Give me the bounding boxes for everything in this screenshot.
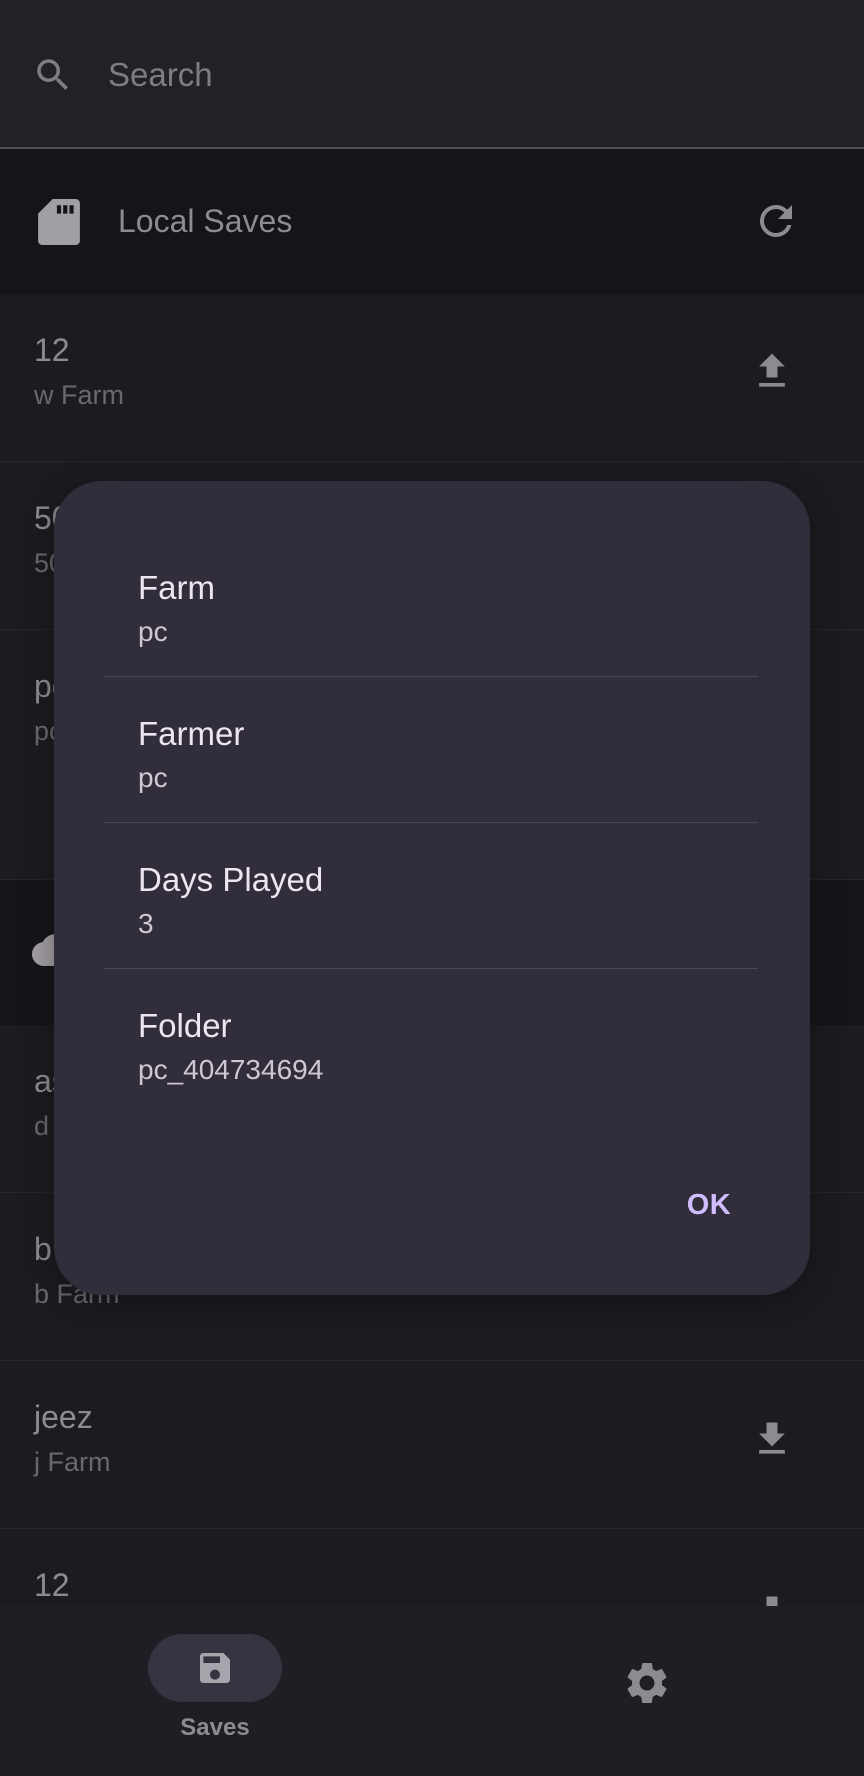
save-details-dialog: Farm pc Farmer pc Days Played 3 Folder p… xyxy=(54,481,810,1295)
field-value: 3 xyxy=(138,908,154,939)
field-label: Farmer xyxy=(138,715,245,752)
folder-field: Folder pc_404734694 xyxy=(104,969,758,1115)
ok-button[interactable]: OK xyxy=(654,1175,764,1235)
farm-field: Farm pc xyxy=(104,531,758,677)
farmer-field: Farmer pc xyxy=(104,677,758,823)
days-played-field: Days Played 3 xyxy=(104,823,758,969)
field-value: pc xyxy=(138,762,168,793)
field-label: Days Played xyxy=(138,861,324,898)
field-label: Farm xyxy=(138,569,215,606)
field-value: pc xyxy=(138,616,168,647)
field-value: pc_404734694 xyxy=(138,1054,324,1085)
field-label: Folder xyxy=(138,1007,232,1044)
